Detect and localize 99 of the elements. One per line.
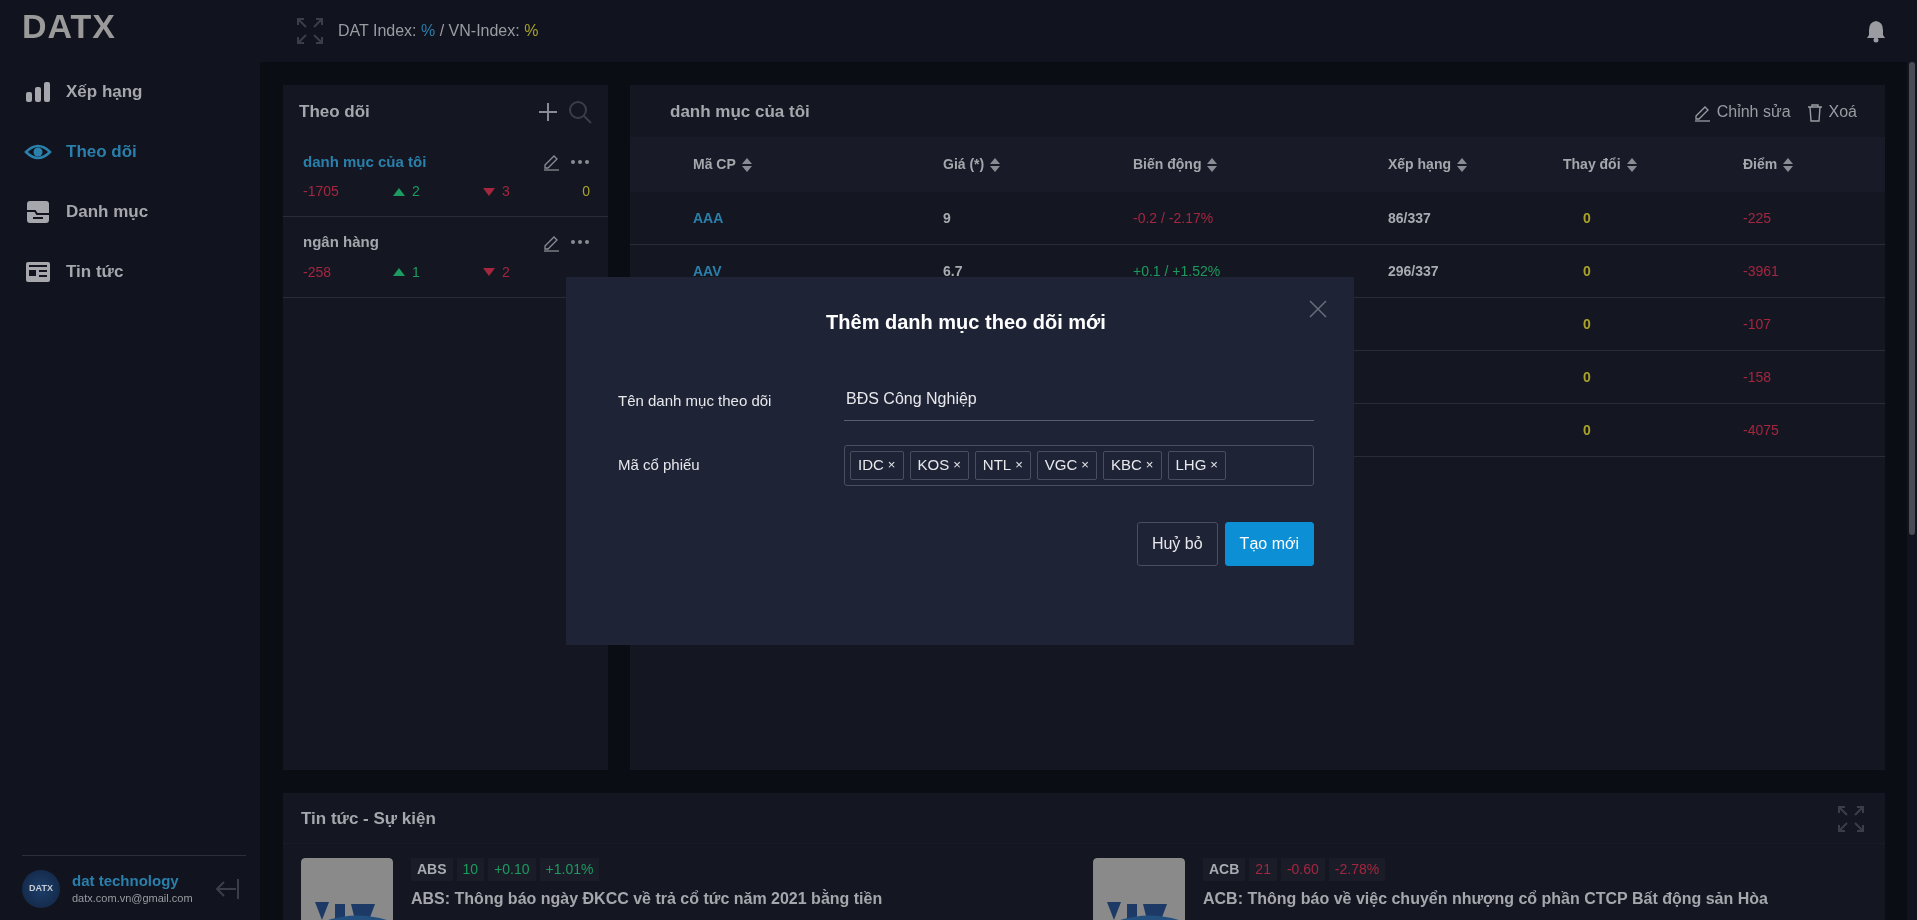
edit-button[interactable]: Chỉnh sửa [1692,100,1791,124]
up-triangle-icon [393,187,405,196]
remove-icon[interactable]: × [1210,455,1218,476]
trash-icon [1806,102,1823,122]
more-icon[interactable] [570,157,590,166]
remove-icon[interactable]: × [953,455,961,476]
watchlist-name[interactable]: danh mục của tôi [303,150,427,173]
folder-icon [24,198,52,226]
percent-tag: -2.78% [1328,858,1386,881]
news-headline[interactable]: ABS: Thông báo ngày ĐKCC về trả cổ tức năm 2021 bằng tiền [411,887,883,911]
bell-icon[interactable] [1865,19,1887,43]
ticker-chip[interactable]: IDC × [850,451,904,480]
score-value: -1705 [303,182,340,201]
scrollbar[interactable] [1907,0,1917,920]
column-header[interactable]: Điểm [1743,154,1885,175]
down-triangle-icon [483,268,495,276]
sort-icon [1207,157,1218,172]
down-triangle-icon [483,187,495,196]
down-count: 3 [502,182,510,201]
up-triangle-icon [393,268,405,276]
scrollbar-thumb[interactable] [1909,62,1915,535]
delta-cell: 0 [1583,368,1591,385]
down-count: 2 [502,262,510,282]
delta-cell: 0 [1583,262,1591,279]
column-header[interactable]: Xếp hạng [1388,154,1563,175]
field-label: Tên danh mục theo dõi [618,390,773,411]
create-button[interactable]: Tạo mới [1224,521,1314,566]
modal-title: Thêm danh mục theo dõi mới [825,310,1107,335]
watchlist-name[interactable]: ngân hàng [303,231,379,254]
change-cell: +0.1 / +1.52% [1133,262,1221,279]
cancel-button[interactable]: Huỷ bỏ [1136,521,1218,566]
score-cell: -3961 [1743,262,1779,279]
ticker-chip[interactable]: VGC × [1036,451,1097,480]
column-header[interactable]: Thay đổi [1563,154,1743,175]
column-header[interactable]: Biến động [1133,154,1388,175]
score-cell: -158 [1743,368,1772,385]
ticker-cell: AAA [693,209,724,226]
sort-icon [1457,157,1467,172]
more-icon[interactable] [570,238,590,247]
sidebar-item[interactable]: Tin tức [0,242,260,302]
price-cell: 9 [943,209,951,226]
avatar: DATX [22,870,60,908]
score-cell: -225 [1743,209,1772,226]
delta-cell: 0 [1583,209,1591,226]
score-cell: -107 [1743,315,1772,332]
remove-icon[interactable]: × [1145,455,1154,476]
panel-title: danh mục của tôi [670,101,810,124]
news-headline[interactable]: ACB: Thông báo về việc chuyển nhượng cổ phần CTCP Bất động sản Hòa [1203,887,1768,911]
rank-cell: 296/337 [1388,262,1439,279]
field-label: Mã cổ phiếu [618,455,701,475]
percent-tag: +1.01% [539,858,600,881]
score-cell: -4075 [1743,421,1779,438]
unchanged-count: 0 [581,182,590,201]
logout-icon[interactable] [214,876,240,902]
logo: DATX [21,6,118,47]
change-cell: -0.2 / -2.17% [1133,209,1214,226]
ticker-chip[interactable]: LHG × [1167,451,1226,480]
ticker-chip[interactable]: KOS × [909,451,969,480]
column-header[interactable]: Giá (*) [943,154,1133,175]
price-cell: 6.7 [943,262,963,279]
user-name: dat technology [72,871,180,890]
ticker-chip[interactable]: KBC × [1103,451,1162,480]
delete-button[interactable]: Xoá [1806,100,1857,124]
price-tag: 21 [1249,858,1277,881]
ticker-tag: ABS [411,858,453,881]
remove-icon[interactable]: × [1015,455,1023,476]
name-field[interactable]: BĐS Công Nghiệp [844,381,1314,421]
rank-cell: 86/337 [1388,209,1431,226]
ticker-tag: ACB [1203,858,1246,881]
plus-icon[interactable] [538,101,558,122]
sort-icon [1783,157,1794,172]
sidebar-item[interactable]: Theo dõi [0,122,260,182]
up-count: 2 [412,182,420,201]
sidebar-item[interactable]: Danh mục [0,182,260,242]
remove-icon[interactable]: × [887,455,896,476]
up-count: 1 [412,262,420,282]
sort-icon [741,157,752,172]
expand-icon[interactable] [296,17,324,45]
ticker-field[interactable]: IDC × KOS × NTL × VGC × KBC × LHG × [844,445,1314,486]
index-summary: DAT Index: % / VN-Index: % [338,21,539,41]
user-email: datx.com.vn@gmail.com [72,890,193,906]
price-tag: 10 [456,858,485,881]
remove-icon[interactable]: × [1081,455,1089,476]
column-header[interactable]: Mã CP [693,154,943,175]
delta-cell: 0 [1583,421,1591,438]
panel-title: Theo dõi [299,101,370,123]
sort-icon [990,157,1001,172]
expand-icon[interactable] [1837,805,1865,833]
panel-title: Tin tức - Sự kiện [301,808,436,831]
sort-icon [1626,157,1637,172]
close-icon[interactable] [1308,299,1328,319]
delta-cell: 0 [1583,315,1591,332]
change-tag: -0.60 [1280,858,1325,881]
search-icon[interactable] [568,99,592,124]
sidebar-item[interactable]: Xếp hạng [0,62,260,122]
change-tag: +0.10 [488,858,536,881]
ticker-cell: AAV [693,262,722,279]
ticker-chip[interactable]: NTL × [974,451,1031,480]
score-value: -258 [303,262,333,282]
